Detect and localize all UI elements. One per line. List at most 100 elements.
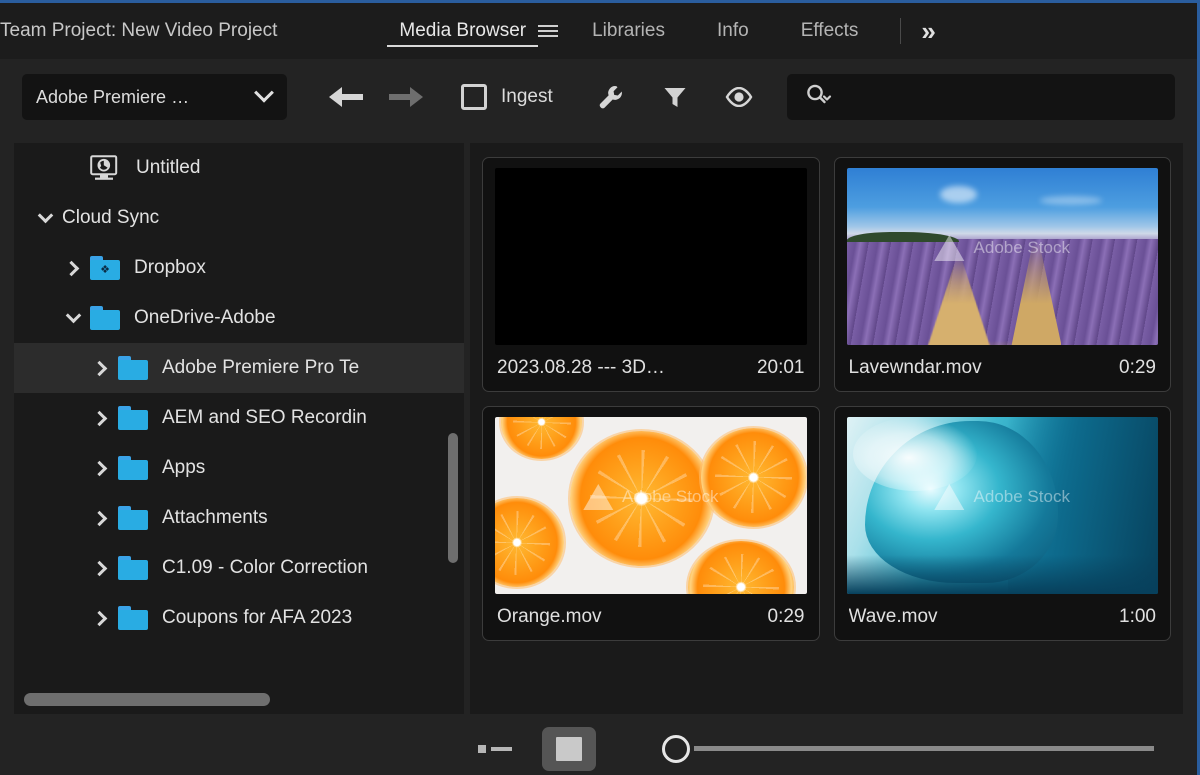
search-input[interactable] <box>786 74 1175 120</box>
tree-item-label: OneDrive-Adobe <box>134 307 276 328</box>
tree-vertical-scrollbar[interactable] <box>448 433 458 563</box>
tree-item-label: Coupons for AFA 2023 <box>162 607 353 628</box>
folder-icon <box>118 606 148 630</box>
media-thumbnail-card[interactable]: 2023.08.28 --- 3D… 20:01 <box>482 157 820 392</box>
media-duration: 20:01 <box>756 357 805 378</box>
chevron-down-icon[interactable] <box>28 207 62 224</box>
tab-info-label: Info <box>716 20 749 41</box>
chevron-down-icon[interactable] <box>56 307 90 324</box>
zoom-slider-track[interactable] <box>694 746 1154 751</box>
media-thumbnail-preview[interactable]: Adobe Stock <box>846 417 1158 594</box>
folder-icon <box>118 356 148 380</box>
media-browser-toolbar: Adobe Premiere … Ingest <box>0 59 1197 135</box>
path-dropdown[interactable]: Adobe Premiere … <box>22 74 287 120</box>
chevron-right-icon[interactable] <box>56 260 90 276</box>
media-file-name: Lavewndar.mov <box>848 357 982 378</box>
chevron-right-icon[interactable] <box>84 460 118 476</box>
tree-item-label: Apps <box>162 457 206 478</box>
panel-tab-bar: Team Project: New Video Project Media Br… <box>0 3 1197 59</box>
tree-item-label: Adobe Premiere Pro Te <box>162 357 360 378</box>
media-thumbnail-preview[interactable] <box>495 168 807 345</box>
media-thumbnail-card[interactable]: Adobe Stock Orange.mov 0:29 <box>482 406 820 641</box>
tab-info[interactable]: Info <box>691 3 775 59</box>
tree-item-attachments[interactable]: Attachments <box>14 493 464 543</box>
list-view-icon[interactable] <box>478 738 512 760</box>
media-thumbnail-meta: Lavewndar.mov 0:29 <box>847 345 1159 391</box>
double-chevron-right-icon[interactable]: » <box>911 18 942 44</box>
media-browser-body: Untitled Cloud Sync ❖ Dropbox OneDrive-Adobe… <box>0 135 1197 722</box>
media-duration: 0:29 <box>1119 357 1156 378</box>
panel-title: Team Project: New Video Project <box>0 20 278 41</box>
tree-item-label: AEM and SEO Recordin <box>162 407 367 428</box>
media-thumbnail-meta: Orange.mov 0:29 <box>495 594 807 640</box>
media-thumbnail-card[interactable]: Adobe Stock Lavewndar.mov 0:29 <box>833 157 1171 392</box>
zoom-slider[interactable] <box>662 734 1154 763</box>
tree-item-label: C1.09 - Color Correction <box>162 557 368 578</box>
tree-item-adobe-premiere-pro-te[interactable]: Adobe Premiere Pro Te <box>14 343 464 393</box>
chevron-down-icon <box>254 82 274 103</box>
tree-horizontal-scrollbar[interactable] <box>24 693 270 706</box>
tree-item-cloud-sync[interactable]: Cloud Sync <box>14 193 464 243</box>
tree-item-aem-and-seo-recordin[interactable]: AEM and SEO Recordin <box>14 393 464 443</box>
tab-effects-label: Effects <box>800 20 859 41</box>
media-file-name: 2023.08.28 --- 3D… <box>497 357 665 378</box>
thumbnail-artwork <box>846 417 1158 594</box>
dropbox-folder-icon: ❖ <box>90 256 120 280</box>
path-dropdown-value: Adobe Premiere … <box>36 86 190 107</box>
navigation-arrows <box>329 86 423 108</box>
funnel-icon[interactable] <box>661 83 689 111</box>
tree-item-apps[interactable]: Apps <box>14 443 464 493</box>
tab-libraries[interactable]: Libraries <box>566 3 691 59</box>
arrow-left-icon[interactable] <box>329 86 363 108</box>
tree-item-dropbox[interactable]: ❖ Dropbox <box>14 243 464 293</box>
tab-effects[interactable]: Effects <box>775 3 885 59</box>
folder-icon <box>90 306 120 330</box>
folder-icon <box>118 456 148 480</box>
eye-icon[interactable] <box>725 83 753 111</box>
thumbnail-view-icon[interactable] <box>542 726 596 771</box>
media-thumbnail-preview[interactable]: Adobe Stock <box>846 168 1158 345</box>
media-file-name: Wave.mov <box>848 606 938 627</box>
folder-tree-panel: Untitled Cloud Sync ❖ Dropbox OneDrive-Adobe… <box>14 143 464 714</box>
media-thumbnail-card[interactable]: Adobe Stock Wave.mov 1:00 <box>833 406 1171 641</box>
chevron-right-icon[interactable] <box>84 360 118 376</box>
chevron-right-icon[interactable] <box>84 410 118 426</box>
chevron-right-icon[interactable] <box>84 610 118 626</box>
search-field[interactable] <box>840 86 1175 108</box>
tree-item-c1-09-color-correction[interactable]: C1.09 - Color Correction <box>14 543 464 593</box>
tab-media-browser[interactable]: Media Browser <box>373 3 552 59</box>
media-duration: 0:29 <box>767 606 805 627</box>
tree-item-onedrive-adobe[interactable]: OneDrive-Adobe <box>14 293 464 343</box>
checkbox-icon[interactable] <box>461 84 487 110</box>
arrow-right-icon[interactable] <box>389 86 423 108</box>
tab-media-browser-label: Media Browser <box>399 20 527 41</box>
media-thumbnail-grid: 2023.08.28 --- 3D… 20:01 Adobe Stock Lavewn… <box>470 143 1183 714</box>
zoom-slider-handle[interactable] <box>662 734 690 763</box>
tab-list: Media Browser Libraries Info Effects » <box>373 3 943 59</box>
tree-item-coupons-for-afa-2023[interactable]: Coupons for AFA 2023 <box>14 593 464 643</box>
tree-item-label: Dropbox <box>134 257 206 278</box>
ingest-label: Ingest <box>501 86 553 107</box>
search-icon <box>805 83 835 112</box>
media-browser-bottom-bar <box>0 722 1197 775</box>
chevron-right-icon[interactable] <box>84 510 118 526</box>
media-duration: 1:00 <box>1119 606 1156 627</box>
tree-item-untitled[interactable]: Untitled <box>14 143 464 193</box>
tree-item-label: Attachments <box>162 507 268 528</box>
tree-item-label: Untitled <box>136 157 201 178</box>
thumbnail-artwork <box>495 417 807 594</box>
media-browser-panel: Team Project: New Video Project Media Br… <box>0 0 1200 775</box>
local-drive-icon <box>90 155 122 181</box>
media-thumbnail-meta: Wave.mov 1:00 <box>847 594 1159 640</box>
ingest-control[interactable]: Ingest <box>461 84 553 110</box>
folder-icon <box>118 556 148 580</box>
tree-item-label: Cloud Sync <box>62 207 160 228</box>
media-thumbnail-preview[interactable]: Adobe Stock <box>495 417 807 594</box>
folder-icon <box>118 506 148 530</box>
folder-tree: Untitled Cloud Sync ❖ Dropbox OneDrive-Adobe… <box>14 143 464 686</box>
toolbar-icons <box>597 83 753 111</box>
media-thumbnail-meta: 2023.08.28 --- 3D… 20:01 <box>495 345 807 391</box>
folder-icon <box>118 406 148 430</box>
wrench-icon[interactable] <box>597 83 625 111</box>
chevron-right-icon[interactable] <box>84 560 118 576</box>
